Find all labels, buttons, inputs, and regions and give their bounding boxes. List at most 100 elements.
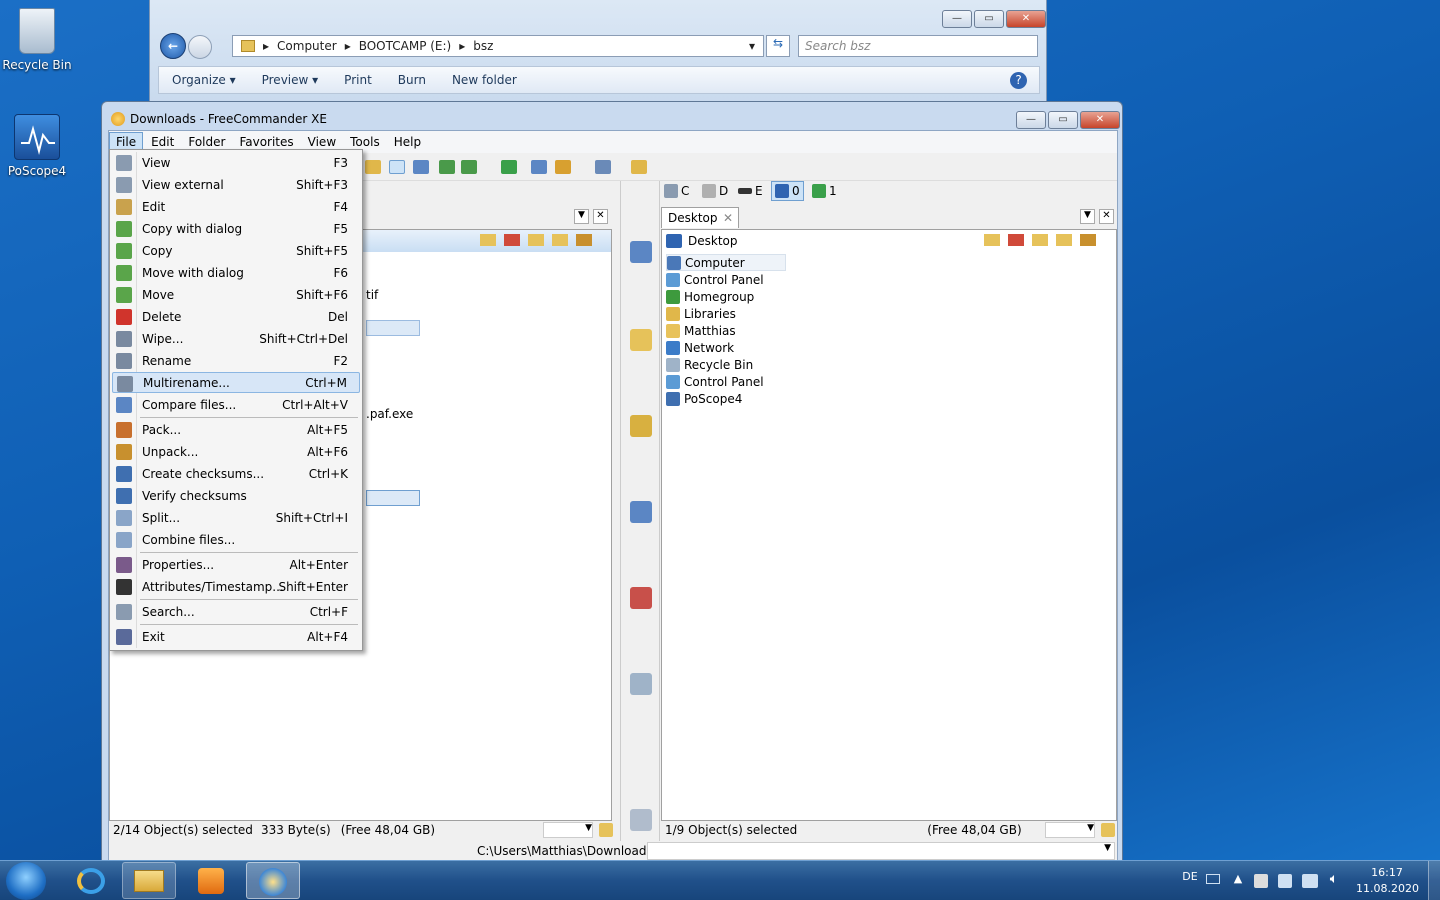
clock-time[interactable]: 16:17 <box>1360 866 1414 879</box>
menu-item-compare-files[interactable]: Compare files... Ctrl+Alt+V <box>112 394 360 415</box>
filter-icon[interactable] <box>1101 823 1115 837</box>
list-item[interactable]: Control Panel <box>666 373 764 390</box>
move-to-icon[interactable] <box>630 587 652 609</box>
menu-item-view[interactable]: View F3 <box>112 152 360 173</box>
menu-item-move-with-dialog[interactable]: Move with dialog F6 <box>112 262 360 283</box>
favorite-tools-icon[interactable] <box>630 415 652 437</box>
menu-item-unpack[interactable]: Unpack... Alt+F6 <box>112 441 360 462</box>
split-horizontal-icon[interactable] <box>461 160 477 174</box>
menu-help[interactable]: Help <box>388 133 427 151</box>
desktop-icon-recycle-bin[interactable]: Recycle Bin <box>0 8 74 72</box>
filter-dropdown[interactable]: ▼ <box>543 822 593 838</box>
list-item[interactable]: Recycle Bin <box>666 356 753 373</box>
close-panel-icon[interactable]: ✕ <box>1099 209 1114 224</box>
usb-icon[interactable] <box>1278 874 1292 888</box>
close-button[interactable]: ✕ <box>1006 10 1046 28</box>
menu-item-view-external[interactable]: View external Shift+F3 <box>112 174 360 195</box>
split-vertical-icon[interactable] <box>439 160 455 174</box>
show-hidden-icons-button[interactable]: ▲ <box>1232 872 1244 885</box>
chevron-down-icon[interactable]: ▾ <box>749 39 755 53</box>
taskbar-freecommander[interactable] <box>246 862 300 899</box>
menu-item-search[interactable]: Search... Ctrl+F <box>112 601 360 622</box>
tab-desktop[interactable]: Desktop ✕ <box>661 207 739 228</box>
selected-row[interactable] <box>366 490 420 506</box>
volume-icon[interactable]: 🔈︎ <box>1326 871 1342 887</box>
list-item[interactable]: .paf.exe <box>366 405 413 422</box>
new-folder-button[interactable]: New folder <box>439 73 530 87</box>
chevron-down-icon[interactable]: ▼ <box>574 209 589 224</box>
list-item[interactable]: Matthias <box>666 322 736 339</box>
taskbar-media-player[interactable] <box>184 862 238 899</box>
close-tab-icon[interactable]: ✕ <box>723 211 733 225</box>
folder-tree-icon[interactable] <box>365 160 381 174</box>
refresh-button[interactable]: ⇆ <box>766 35 790 57</box>
menu-item-properties[interactable]: Properties... Alt+Enter <box>112 554 360 575</box>
menu-item-attributes-timestamp[interactable]: Attributes/Timestamp... Shift+Enter <box>112 576 360 597</box>
menu-item-multirename[interactable]: Multirename... Ctrl+M <box>112 372 360 393</box>
action-center-icon[interactable] <box>1254 874 1268 888</box>
burn-button[interactable]: Burn <box>385 73 439 87</box>
copy-to-icon[interactable] <box>630 501 652 523</box>
menu-item-delete[interactable]: Delete Del <box>112 306 360 327</box>
help-icon[interactable]: ? <box>1010 71 1027 89</box>
compare-folders-icon[interactable] <box>630 241 652 263</box>
forward-button[interactable] <box>188 35 212 59</box>
menu-item-wipe[interactable]: Wipe... Shift+Ctrl+Del <box>112 328 360 349</box>
menu-item-exit[interactable]: Exit Alt+F4 <box>112 626 360 647</box>
menu-item-combine-files[interactable]: Combine files... <box>112 529 360 550</box>
menu-item-rename[interactable]: Rename F2 <box>112 350 360 371</box>
minimize-button[interactable]: — <box>1016 111 1046 129</box>
list-item[interactable]: Network <box>666 339 734 356</box>
drive-0[interactable]: 0 <box>771 181 804 201</box>
refresh-icon[interactable] <box>501 160 517 174</box>
filter-dropdown[interactable]: ▼ <box>1045 822 1095 838</box>
chevron-down-icon[interactable]: ▼ <box>1080 209 1095 224</box>
right-file-panel[interactable]: Desktop Computer Control Panel Homegroup Li… <box>661 229 1117 821</box>
address-bar[interactable]: ▸ Computer ▸ BOOTCAMP (E:) ▸ bsz ▾ <box>232 35 764 57</box>
view-file-icon[interactable] <box>630 673 652 695</box>
list-item[interactable]: Computer <box>666 254 786 271</box>
list-item[interactable]: Libraries <box>666 305 736 322</box>
keyboard-icon[interactable] <box>1206 874 1220 884</box>
back-button[interactable]: ← <box>160 33 186 59</box>
folder-icon[interactable] <box>630 329 652 351</box>
command-input[interactable]: ▼ <box>647 842 1115 860</box>
breadcrumb-drive[interactable]: BOOTCAMP (E:) <box>359 39 452 53</box>
taskbar-internet-explorer[interactable] <box>64 862 118 899</box>
print-button[interactable]: Print <box>331 73 385 87</box>
list-item[interactable]: tif <box>366 286 378 303</box>
language-indicator[interactable]: DE <box>1180 870 1200 883</box>
recycle-bin-icon[interactable] <box>630 809 652 831</box>
menu-item-create-checksums[interactable]: Create checksums... Ctrl+K <box>112 463 360 484</box>
list-item[interactable]: Control Panel <box>666 271 764 288</box>
minimize-button[interactable]: — <box>942 10 972 28</box>
open-folder-icon[interactable] <box>631 160 647 174</box>
list-item[interactable]: PoScope4 <box>666 390 742 407</box>
settings-icon[interactable] <box>595 160 611 174</box>
maximize-button[interactable]: ▭ <box>974 10 1004 28</box>
show-desktop-button[interactable] <box>1428 861 1440 900</box>
drive-d[interactable]: D <box>699 181 731 201</box>
drive-1[interactable]: 1 <box>809 181 840 201</box>
drive-e[interactable]: E <box>735 181 766 201</box>
large-icons-view-icon[interactable] <box>389 160 405 174</box>
menu-item-pack[interactable]: Pack... Alt+F5 <box>112 419 360 440</box>
list-view-icon[interactable] <box>413 160 429 174</box>
taskbar-explorer[interactable] <box>122 862 176 899</box>
menu-item-copy-with-dialog[interactable]: Copy with dialog F5 <box>112 218 360 239</box>
menu-item-copy[interactable]: Copy Shift+F5 <box>112 240 360 261</box>
filter-icon[interactable] <box>599 823 613 837</box>
network-status-icon[interactable] <box>1302 874 1318 888</box>
breadcrumb-computer[interactable]: Computer <box>277 39 337 53</box>
drive-c[interactable]: C <box>661 181 692 201</box>
menu-item-move[interactable]: Move Shift+F6 <box>112 284 360 305</box>
selected-row[interactable] <box>366 320 420 336</box>
search-input[interactable]: Search bsz <box>798 35 1038 57</box>
list-item[interactable]: Homegroup <box>666 288 754 305</box>
close-tab-icon[interactable]: ✕ <box>593 209 608 224</box>
menu-item-split[interactable]: Split... Shift+Ctrl+I <box>112 507 360 528</box>
sync-icon[interactable] <box>531 160 547 174</box>
desktop-icon-poscope[interactable]: PoScope4 <box>0 114 74 178</box>
clock-date[interactable]: 11.08.2020 <box>1356 882 1419 895</box>
start-button[interactable] <box>6 862 46 900</box>
